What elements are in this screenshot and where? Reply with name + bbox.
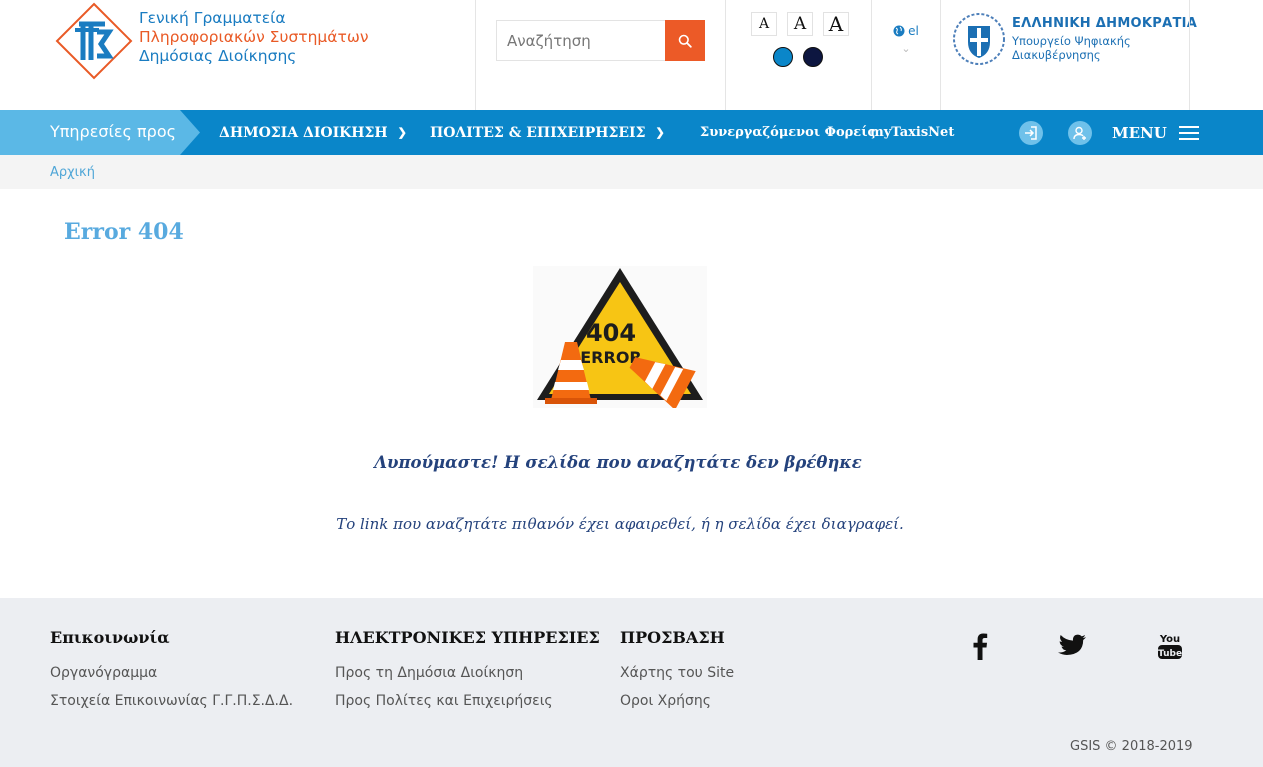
search-icon <box>678 34 692 48</box>
footer-link-sitemap[interactable]: Χάρτης του Site <box>620 659 734 687</box>
font-size-large-button[interactable]: A <box>823 12 849 36</box>
logo-line-3: Δημόσιας Διοίκησης <box>139 46 297 65</box>
theme-dark-button[interactable] <box>803 47 823 67</box>
nav-public-administration[interactable]: ΔΗΜΟΣΙΑ ΔΙΟΙΚΗΣΗ ❯ <box>219 110 407 155</box>
youtube-icon: You Tube <box>1158 634 1182 659</box>
twitter-icon <box>1058 634 1086 655</box>
error-code-text: 404 <box>586 319 636 347</box>
language-selector[interactable]: el ⌄ <box>890 24 922 55</box>
menu-button[interactable]: MENU <box>1112 110 1199 155</box>
footer-contact-column: Επικοινωνία Οργανόγραμμα Στοιχεία Επικοι… <box>50 628 293 715</box>
hellenic-republic-logo[interactable]: ΕΛΛΗΝΙΚΗ ΔΗΜΟΚΡΑΤΙΑ Υπουργείο Ψηφιακής Δ… <box>952 12 1197 66</box>
search-button[interactable] <box>665 20 705 61</box>
gsis-logo[interactable]: Γενική Γραμματεία Πληροφοριακών Συστημάτ… <box>55 2 368 80</box>
chevron-down-icon: ❯ <box>397 126 407 139</box>
language-label: el <box>908 24 919 38</box>
twitter-link[interactable] <box>1057 631 1087 661</box>
services-for-label: Υπηρεσίες προς <box>0 110 200 155</box>
search-box <box>496 20 705 61</box>
ministry-line-2: Διακυβέρνησης <box>1012 48 1101 62</box>
footer-link-citizens-business[interactable]: Προς Πολίτες και Επιχειρήσεις <box>335 687 600 715</box>
footer-link-org-chart[interactable]: Οργανόγραμμα <box>50 659 293 687</box>
page-title: Error 404 <box>64 219 184 245</box>
government-title: ΕΛΛΗΝΙΚΗ ΔΗΜΟΚΡΑΤΙΑ <box>1012 16 1198 31</box>
search-input[interactable] <box>496 20 665 61</box>
login-button[interactable] <box>1019 121 1043 145</box>
footer-access-column: ΠΡΟΣΒΑΣΗ Χάρτης του Site Οροι Χρήσης <box>620 628 734 715</box>
footer-eservices-title: ΗΛΕΚΤΡΟΝΙΚΕΣ ΥΠΗΡΕΣΙΕΣ <box>335 628 600 647</box>
site-header: Γενική Γραμματεία Πληροφοριακών Συστημάτ… <box>0 0 1263 110</box>
font-size-controls: A A A <box>751 12 849 36</box>
site-footer: Επικοινωνία Οργανόγραμμα Στοιχεία Επικοι… <box>0 598 1263 767</box>
gsis-logo-icon <box>55 2 133 80</box>
header-divider <box>940 0 941 110</box>
header-divider <box>1189 0 1190 110</box>
breadcrumb: Αρχική <box>0 155 1263 189</box>
logo-line-1: Γενική Γραμματεία <box>139 8 286 27</box>
header-divider <box>871 0 872 110</box>
chevron-down-icon: ⌄ <box>901 42 911 55</box>
font-size-medium-button[interactable]: A <box>787 12 813 36</box>
nav-mytaxisnet[interactable]: myTaxisNet <box>870 110 954 155</box>
ministry-line-1: Υπουργείο Ψηφιακής <box>1012 34 1131 48</box>
youtube-link[interactable]: You Tube <box>1155 631 1185 661</box>
svg-text:Tube: Tube <box>1158 649 1182 659</box>
footer-link-terms[interactable]: Οροι Χρήσης <box>620 687 734 715</box>
footer-link-contact-details[interactable]: Στοιχεία Επικοινωνίας Γ.Γ.Π.Σ.Δ.Δ. <box>50 687 293 715</box>
font-size-small-button[interactable]: A <box>751 12 777 36</box>
error-404-image: 404 ERROR <box>533 266 707 408</box>
logo-line-2: Πληροφοριακών Συστημάτων <box>139 27 369 46</box>
header-divider <box>725 0 726 110</box>
register-button[interactable] <box>1068 121 1092 145</box>
breadcrumb-home[interactable]: Αρχική <box>50 165 95 180</box>
footer-eservices-column: ΗΛΕΚΤΡΟΝΙΚΕΣ ΥΠΗΡΕΣΙΕΣ Προς τη Δημόσια Δ… <box>335 628 600 715</box>
svg-text:You: You <box>1159 634 1180 645</box>
hamburger-icon <box>1178 125 1199 140</box>
copyright-text: GSIS © 2018-2019 <box>1070 739 1193 754</box>
coat-of-arms-icon <box>953 13 1005 65</box>
user-add-icon <box>1073 126 1086 140</box>
not-found-message: Λυπούμαστε! Η σελίδα που αναζητάτε δεν β… <box>374 453 862 472</box>
header-divider <box>475 0 476 110</box>
theme-light-button[interactable] <box>773 47 793 67</box>
facebook-link[interactable] <box>965 631 995 661</box>
footer-link-public-admin[interactable]: Προς τη Δημόσια Διοίκηση <box>335 659 600 687</box>
login-icon <box>1025 126 1037 140</box>
footer-contact-title: Επικοινωνία <box>50 628 170 647</box>
chevron-down-icon: ❯ <box>655 126 665 139</box>
nav-citizens-businesses[interactable]: ΠΟΛΙΤΕΣ & ΕΠΙΧΕΙΡΗΣΕΙΣ ❯ <box>430 110 665 155</box>
facebook-icon <box>973 633 988 660</box>
nav-partner-agencies[interactable]: Συνεργαζόμενοι Φορείς <box>700 110 875 155</box>
globe-icon <box>893 25 905 37</box>
theme-controls <box>773 47 823 67</box>
main-navigation: Υπηρεσίες προς ΔΗΜΟΣΙΑ ΔΙΟΙΚΗΣΗ ❯ ΠΟΛΙΤΕ… <box>0 110 1263 155</box>
not-found-detail: Το link που αναζητάτε πιθανόν έχει αφαιρ… <box>336 515 904 533</box>
footer-access-title: ΠΡΟΣΒΑΣΗ <box>620 628 725 647</box>
